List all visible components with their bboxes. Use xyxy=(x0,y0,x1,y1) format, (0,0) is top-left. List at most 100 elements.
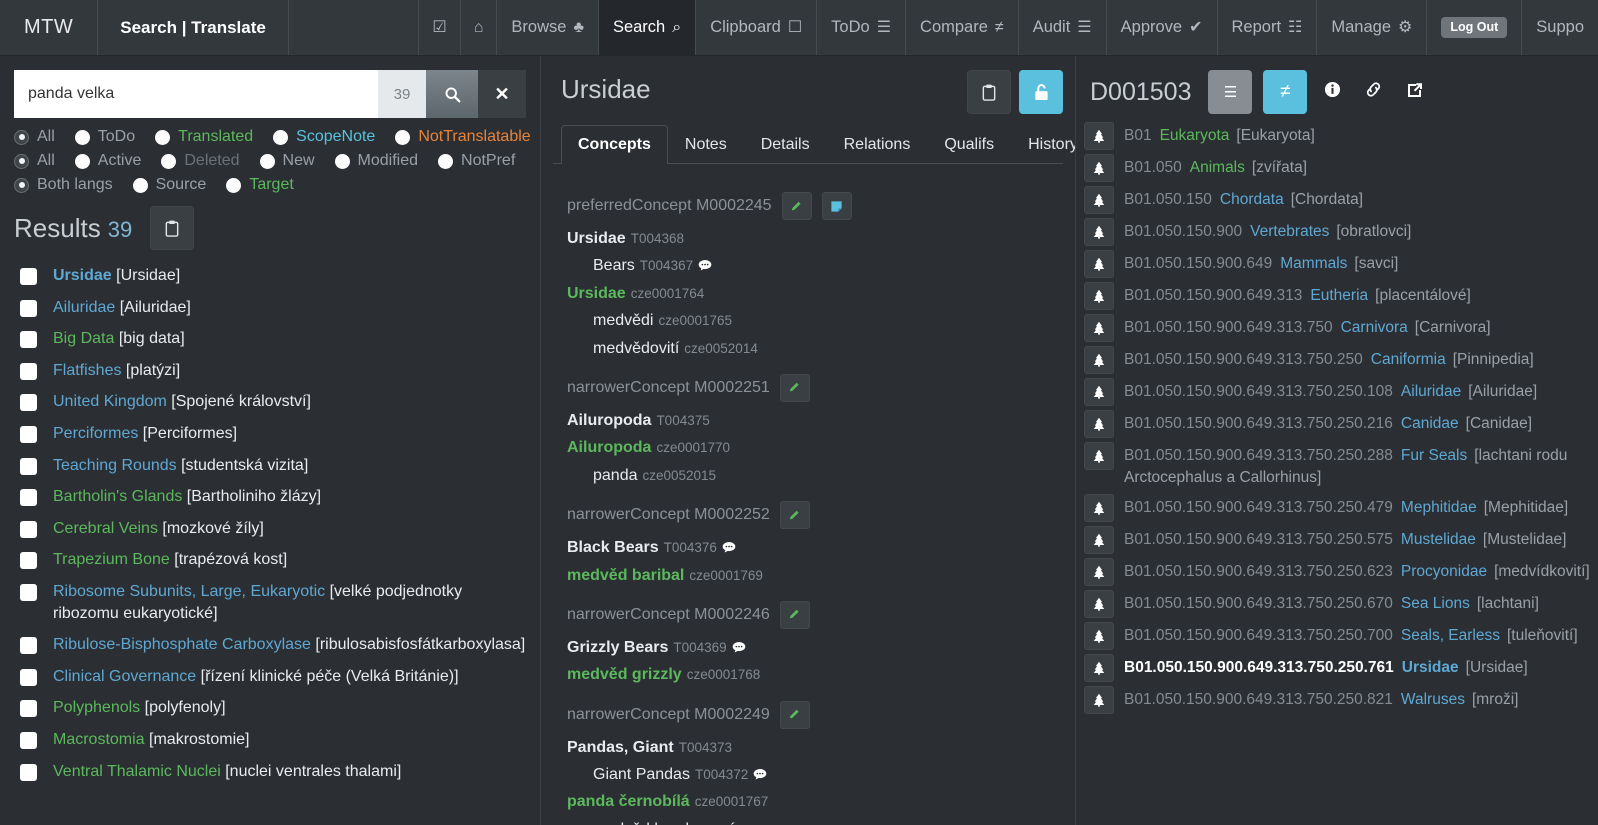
result-source-term[interactable]: Ailuridae xyxy=(53,299,115,316)
result-source-term[interactable]: Ursidae xyxy=(53,267,112,284)
filter-deleted[interactable]: Deleted xyxy=(161,152,240,170)
concept-term[interactable]: medvědi cze0001765 xyxy=(567,310,1063,332)
nav-item-clipboard[interactable]: Clipboard ☐ xyxy=(695,0,816,55)
result-row[interactable]: Bartholin's Glands [Bartholiniho žlázy] xyxy=(14,481,526,513)
concept-term[interactable]: Ailuropoda cze0001770 xyxy=(567,437,1063,459)
pine-tree-icon[interactable] xyxy=(1084,653,1114,682)
pine-tree-icon[interactable] xyxy=(1084,282,1114,310)
concept-term[interactable]: medvědovití cze0052014 xyxy=(567,338,1063,360)
radio-button[interactable] xyxy=(14,177,29,193)
result-checkbox[interactable] xyxy=(20,268,37,285)
tree-open-external-button[interactable] xyxy=(1400,81,1430,104)
filter-notpref[interactable]: NotPref xyxy=(438,152,515,170)
pine-tree-icon[interactable] xyxy=(1084,442,1114,470)
app-logo[interactable]: MTW xyxy=(0,0,99,55)
result-source-term[interactable]: Macrostomia xyxy=(53,731,145,748)
result-row[interactable]: Teaching Rounds [studentská vizita] xyxy=(14,450,526,482)
radio-button[interactable] xyxy=(74,129,90,145)
nav-item-notifications[interactable]: ☑ xyxy=(418,0,459,55)
result-checkbox[interactable] xyxy=(20,552,37,570)
result-row[interactable]: Polyphenols [polyfenoly] xyxy=(14,692,526,724)
result-checkbox[interactable] xyxy=(20,637,37,655)
tree-row[interactable]: B01.050.150.900.649.313.750.250.479 Mephi… xyxy=(1084,492,1590,524)
result-source-term[interactable]: Clinical Governance xyxy=(53,668,196,685)
tree-row[interactable]: B01.050 Animals [zvířata] xyxy=(1084,152,1590,184)
radio-button[interactable] xyxy=(334,153,350,169)
tree-node-label[interactable]: Caniformia xyxy=(1371,351,1446,368)
result-checkbox[interactable] xyxy=(20,700,37,718)
result-checkbox[interactable] xyxy=(20,731,37,749)
result-checkbox[interactable] xyxy=(20,299,37,317)
tree-row[interactable]: B01 Eukaryota [Eukaryota] xyxy=(1084,120,1590,152)
concept-term[interactable]: Grizzly Bears T004369 xyxy=(567,637,1063,659)
comment-bubble-icon[interactable] xyxy=(698,258,712,273)
tree-node-label[interactable]: Ursidae xyxy=(1402,659,1459,676)
radio-button[interactable] xyxy=(395,129,411,145)
result-source-term[interactable]: Big Data xyxy=(53,330,114,347)
nav-item-report[interactable]: Report ☷ xyxy=(1216,0,1317,55)
concept-term[interactable]: Ursidae T004368 xyxy=(567,228,1063,250)
search-input[interactable] xyxy=(14,70,378,118)
filter-target[interactable]: Target xyxy=(226,176,294,194)
tab-qualifs[interactable]: Qualifs xyxy=(927,125,1011,164)
pine-tree-icon[interactable] xyxy=(1084,218,1114,246)
filter-source[interactable]: Source xyxy=(132,176,206,194)
nav-item-manage[interactable]: Manage ⚙ xyxy=(1316,0,1426,55)
pine-tree-icon[interactable] xyxy=(1084,250,1114,278)
radio-button[interactable] xyxy=(161,153,177,169)
filter-scopenote[interactable]: ScopeNote xyxy=(273,128,375,146)
result-checkbox[interactable] xyxy=(20,668,37,686)
tree-row[interactable]: B01.050.150.900.649.313.750.250.108 Ailur… xyxy=(1084,376,1590,408)
result-source-term[interactable]: Ribosome Subunits, Large, Eukaryotic xyxy=(53,583,325,600)
nav-item-approve[interactable]: Approve ✔ xyxy=(1105,0,1217,55)
tab-details[interactable]: Details xyxy=(744,125,827,164)
radio-button[interactable] xyxy=(273,129,289,145)
tree-row[interactable]: B01.050.150.900.649.313.750.250.670 Sea L… xyxy=(1084,588,1590,620)
concept-term[interactable]: Ailuropoda T004375 xyxy=(567,410,1063,432)
result-source-term[interactable]: Ribulose-Bisphosphate Carboxylase xyxy=(53,636,311,653)
result-row[interactable]: Ribosome Subunits, Large, Eukaryotic [ve… xyxy=(14,576,526,629)
tree-row[interactable]: B01.050.150.900.649.313.750.250.623 Procy… xyxy=(1084,556,1590,588)
result-checkbox[interactable] xyxy=(20,331,37,349)
radio-button[interactable] xyxy=(259,153,275,169)
tree-node-label[interactable]: Animals xyxy=(1190,159,1245,176)
filter-new[interactable]: New xyxy=(259,152,315,170)
pine-tree-icon[interactable] xyxy=(1084,378,1114,406)
result-source-term[interactable]: Perciformes xyxy=(53,425,138,442)
filter-modified[interactable]: Modified xyxy=(334,152,418,170)
result-checkbox[interactable] xyxy=(20,425,37,443)
radio-button[interactable] xyxy=(438,153,454,169)
tree-node-label[interactable]: Sea Lions xyxy=(1401,595,1470,612)
pine-tree-icon[interactable] xyxy=(1084,621,1114,650)
result-checkbox[interactable] xyxy=(20,362,37,380)
pine-tree-icon[interactable] xyxy=(1084,410,1114,438)
concept-edit-button[interactable] xyxy=(779,373,810,402)
result-source-term[interactable]: Ventral Thalamic Nuclei xyxy=(53,763,221,780)
filter-all[interactable]: All xyxy=(14,128,55,146)
comment-bubble-icon[interactable] xyxy=(722,540,736,555)
concept-term[interactable]: medvěd grizzly cze0001768 xyxy=(567,664,1063,686)
tree-row[interactable]: B01.050.150.900.649.313.750.250.761 Ursid… xyxy=(1084,652,1590,684)
tree-node-label[interactable]: Mammals xyxy=(1280,255,1347,272)
tree-row[interactable]: B01.050.150.900.649.313.750.250.216 Canid… xyxy=(1084,408,1590,440)
tree-row[interactable]: B01.050.150.900.649.313.750.250 Caniformi… xyxy=(1084,344,1590,376)
result-checkbox[interactable] xyxy=(20,394,37,412)
tab-concepts[interactable]: Concepts xyxy=(561,125,668,164)
nav-item-browse[interactable]: Browse ♣ xyxy=(496,0,598,55)
tree-node-label[interactable]: Procyonidae xyxy=(1401,563,1487,580)
tree-node-label[interactable]: Mephitidae xyxy=(1401,499,1477,516)
pine-tree-icon[interactable] xyxy=(1084,314,1114,342)
tree-row[interactable]: B01.050.150.900 Vertebrates [obratlovci] xyxy=(1084,216,1590,248)
concept-term[interactable]: panda černobílá cze0001767 xyxy=(567,791,1063,813)
tree-row[interactable]: B01.050.150.900.649.313.750.250.700 Seals… xyxy=(1084,620,1590,652)
logout-button[interactable]: Log Out xyxy=(1426,0,1521,55)
result-row[interactable]: Trapezium Bone [trapézová kost] xyxy=(14,544,526,576)
result-row[interactable]: Perciformes [Perciformes] xyxy=(14,418,526,450)
result-source-term[interactable]: Teaching Rounds xyxy=(53,457,177,474)
concept-term[interactable]: medvěd baribal cze0001769 xyxy=(567,565,1063,587)
filter-translated[interactable]: Translated xyxy=(155,128,253,146)
tree-compare-button[interactable]: ≠ xyxy=(1263,70,1308,114)
tree-node-label[interactable]: Fur Seals xyxy=(1401,447,1467,464)
result-row[interactable]: Big Data [big data] xyxy=(14,323,526,355)
comment-bubble-icon[interactable] xyxy=(732,640,746,655)
